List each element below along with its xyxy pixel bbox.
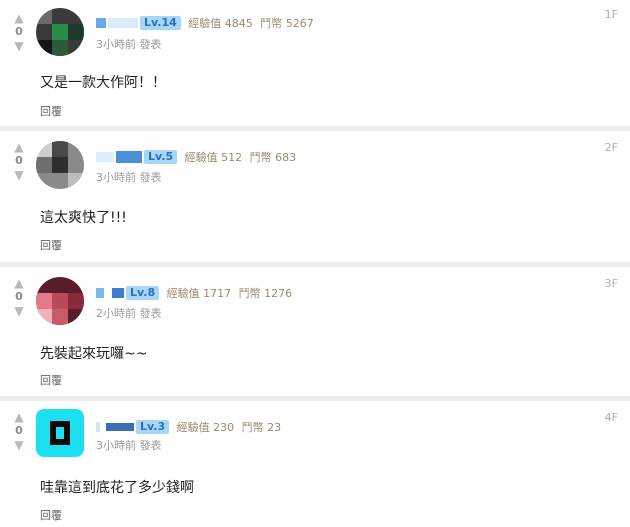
coin-stat: 鬥幣 1276 — [238, 287, 293, 300]
level-badge: Lv.3 — [136, 420, 170, 434]
username[interactable] — [96, 152, 114, 162]
down-arrow-icon[interactable]: ▼ — [9, 169, 29, 183]
floor-number: 2F — [604, 141, 618, 154]
exp-stat: 經驗值 230 — [176, 421, 235, 434]
username-blur — [108, 18, 138, 28]
comment-text: 又是一款大作阿！！ — [40, 75, 166, 91]
vote-count: 0 — [15, 154, 23, 167]
post-time: 3小時前 發表 — [96, 439, 162, 452]
up-arrow-icon[interactable]: ▲ — [9, 411, 29, 425]
comment-text: 先裝起來玩囉~~ — [40, 346, 148, 362]
level-badge: Lv.5 — [144, 150, 178, 164]
user-meta: Lv.3 經驗值 230 鬥幣 23 — [96, 419, 281, 435]
up-arrow-icon[interactable]: ▲ — [9, 277, 29, 291]
username-blur — [112, 288, 124, 298]
comment-item: ▲ 0 ▼ Lv.14 經驗值 4845 鬥幣 5267 3小時前 發表 1F … — [0, 0, 630, 126]
up-arrow-icon[interactable]: ▲ — [9, 141, 29, 155]
level-badge: Lv.8 — [126, 286, 160, 300]
vote-count: 0 — [15, 25, 23, 38]
coin-stat: 鬥幣 5267 — [260, 17, 314, 30]
vote-widget: ▲ 0 ▼ — [9, 277, 29, 319]
exp-stat: 經驗值 512 — [184, 151, 243, 164]
username[interactable] — [96, 288, 104, 298]
vote-count: 0 — [15, 290, 23, 303]
vote-widget: ▲ 0 ▼ — [9, 141, 29, 183]
level-badge: Lv.14 — [140, 16, 181, 30]
vote-widget: ▲ 0 ▼ — [9, 411, 29, 453]
coin-stat: 鬥幣 23 — [241, 421, 282, 434]
comment-text: 這太爽快了!!! — [40, 210, 127, 226]
username-blur — [106, 423, 134, 431]
username[interactable] — [96, 422, 100, 432]
comment-item: ▲ 0 ▼ Lv.8 經驗值 1717 鬥幣 1276 2小時前 發表 3F 先… — [0, 267, 630, 396]
post-time: 3小時前 發表 — [96, 38, 162, 51]
comment-list: ▲ 0 ▼ Lv.14 經驗值 4845 鬥幣 5267 3小時前 發表 1F … — [0, 0, 630, 527]
post-time: 2小時前 發表 — [96, 307, 162, 320]
up-arrow-icon[interactable]: ▲ — [9, 12, 29, 26]
user-meta: Lv.5 經驗值 512 鬥幣 683 — [96, 149, 296, 165]
floor-number: 1F — [604, 8, 618, 21]
reply-button[interactable]: 回覆 — [40, 237, 62, 253]
reply-button[interactable]: 回覆 — [40, 372, 62, 388]
comment-text: 哇靠這到底花了多少錢啊 — [40, 480, 194, 496]
exp-stat: 經驗值 4845 — [188, 17, 253, 30]
reply-button[interactable]: 回覆 — [40, 103, 62, 119]
username[interactable] — [96, 18, 106, 28]
avatar[interactable] — [36, 141, 84, 189]
exp-stat: 經驗值 1717 — [166, 287, 232, 300]
vote-widget: ▲ 0 ▼ — [9, 12, 29, 54]
avatar[interactable] — [36, 277, 84, 325]
coin-stat: 鬥幣 683 — [249, 151, 297, 164]
down-arrow-icon[interactable]: ▼ — [9, 40, 29, 54]
floor-number: 3F — [604, 277, 618, 290]
avatar[interactable] — [36, 8, 84, 56]
down-arrow-icon[interactable]: ▼ — [9, 439, 29, 453]
reply-button[interactable]: 回覆 — [40, 507, 62, 523]
avatar[interactable] — [36, 409, 84, 457]
username-blur — [116, 151, 142, 163]
floor-number: 4F — [604, 411, 618, 424]
user-meta: Lv.8 經驗值 1717 鬥幣 1276 — [96, 285, 292, 301]
comment-item: ▲ 0 ▼ Lv.5 經驗值 512 鬥幣 683 3小時前 發表 2F 這太爽… — [0, 131, 630, 262]
comment-item: ▲ 0 ▼ Lv.3 經驗值 230 鬥幣 23 3小時前 發表 4F 哇靠這到… — [0, 401, 630, 527]
down-arrow-icon[interactable]: ▼ — [9, 305, 29, 319]
post-time: 3小時前 發表 — [96, 171, 162, 184]
user-meta: Lv.14 經驗值 4845 鬥幣 5267 — [96, 15, 314, 31]
vote-count: 0 — [15, 424, 23, 437]
